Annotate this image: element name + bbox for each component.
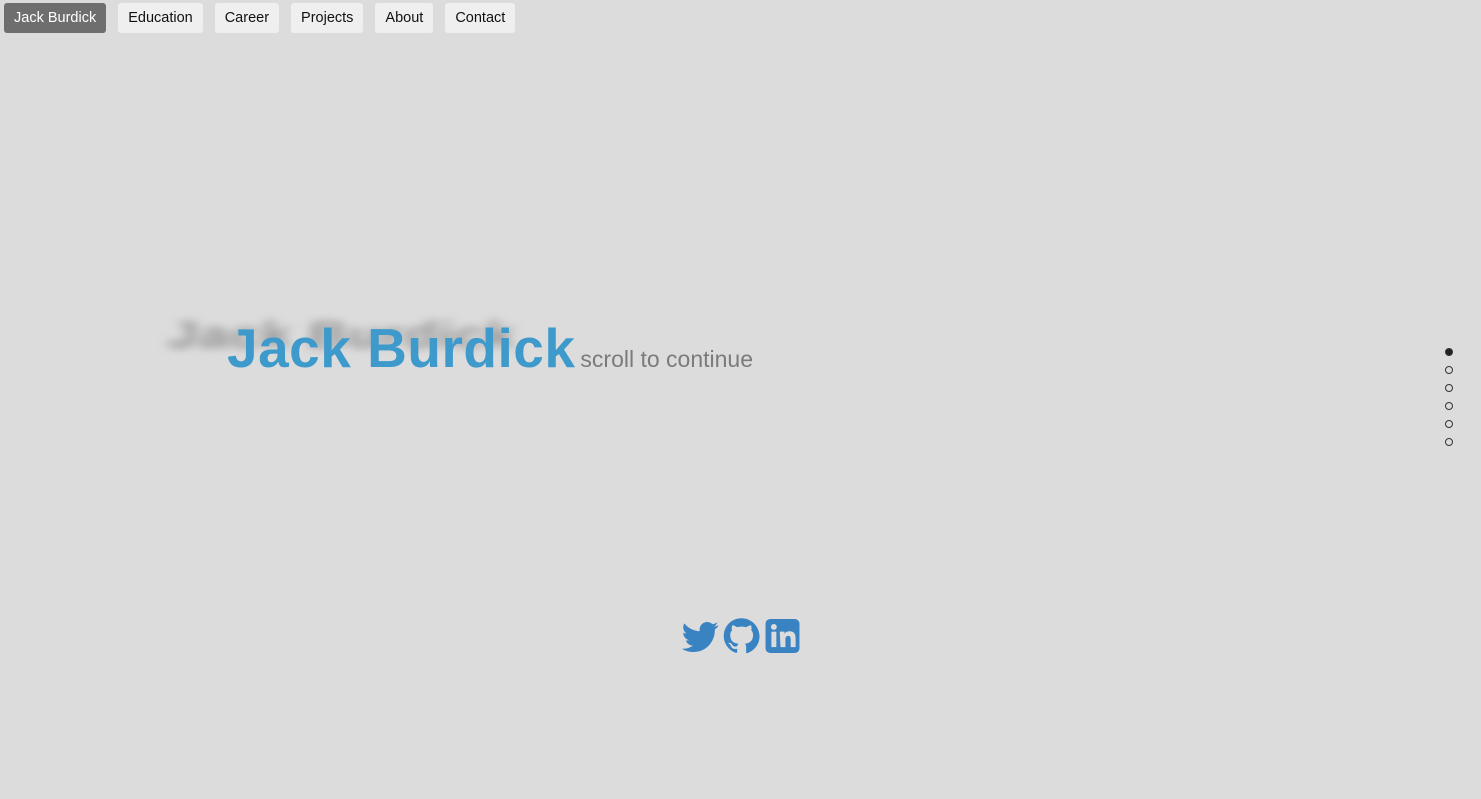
nav-item-contact[interactable]: Contact: [445, 3, 516, 33]
hero-name: Jack Burdick: [227, 317, 576, 379]
pager-dot-2[interactable]: [1445, 366, 1453, 374]
pager-dot-3[interactable]: [1445, 384, 1453, 392]
nav-item-projects[interactable]: Projects: [291, 3, 364, 33]
nav-item-about[interactable]: About: [375, 3, 434, 33]
nav-item-home[interactable]: Jack Burdick: [4, 3, 107, 33]
page: Jack Burdick Education Career Projects A…: [0, 0, 1481, 799]
github-icon[interactable]: [723, 616, 760, 656]
pager-dot-1[interactable]: [1445, 348, 1453, 356]
social-links: [682, 616, 801, 656]
hero: Jack Burdick scroll to continue: [227, 316, 753, 380]
pager-dot-4[interactable]: [1445, 402, 1453, 410]
pager-dot-6[interactable]: [1445, 438, 1453, 446]
twitter-icon[interactable]: [682, 616, 719, 656]
linkedin-icon[interactable]: [764, 616, 801, 656]
pager-dot-5[interactable]: [1445, 420, 1453, 428]
top-nav: Jack Burdick Education Career Projects A…: [4, 3, 516, 33]
section-pager: [1445, 348, 1453, 446]
nav-item-education[interactable]: Education: [118, 3, 203, 33]
hero-subtitle: scroll to continue: [580, 346, 754, 372]
nav-item-career[interactable]: Career: [214, 3, 280, 33]
